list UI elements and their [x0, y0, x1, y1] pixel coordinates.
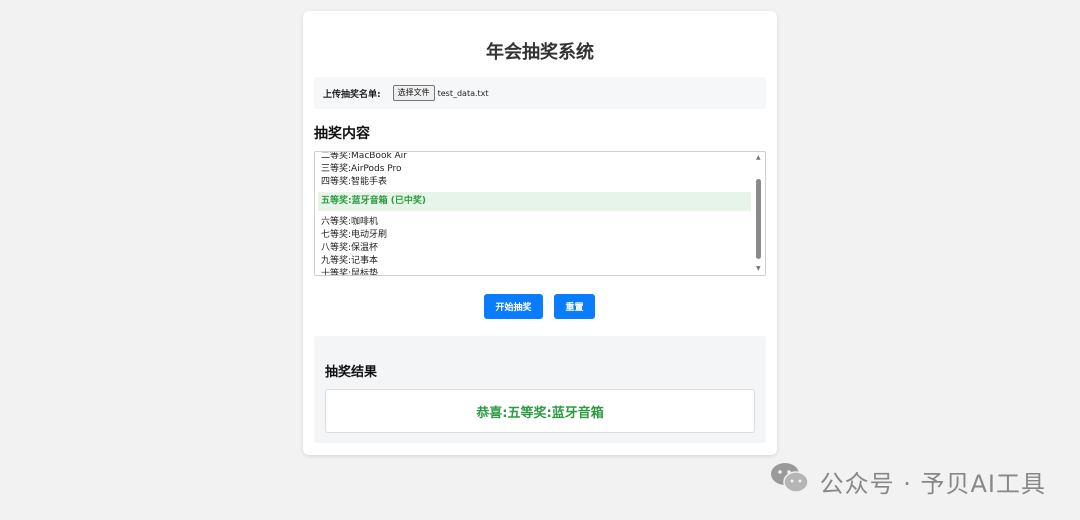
- prize-item: 九等奖:记事本: [321, 256, 379, 266]
- prize-item: 六等奖:咖啡机: [321, 217, 379, 227]
- result-title: 抽奖结果: [325, 365, 378, 380]
- page-title: 年会抽奖系统: [486, 42, 594, 63]
- selected-file-name: test_data.txt: [437, 88, 489, 98]
- prize-item: 八等奖:保温杯: [321, 243, 379, 253]
- prize-item: 三等奖:AirPods Pro: [321, 164, 402, 174]
- start-draw-button[interactable]: 开始抽奖: [484, 294, 543, 319]
- result-panel: 抽奖结果 恭喜:五等奖:蓝牙音箱: [314, 336, 766, 443]
- result-message: 恭喜:五等奖:蓝牙音箱: [325, 389, 755, 433]
- prize-item: 七等奖:电动牙刷: [321, 230, 388, 240]
- prize-items: 二等奖:MacBook Air 三等奖:AirPods Pro 四等奖:智能手表…: [318, 151, 751, 276]
- prize-item-won: 五等奖:蓝牙音箱 (已中奖): [318, 192, 751, 211]
- prize-list-scrollbar[interactable]: ▲ ▼: [753, 152, 765, 275]
- upload-section: 上传抽奖名单: 选择文件 test_data.txt: [314, 77, 766, 109]
- scrollbar-thumb[interactable]: [756, 179, 761, 259]
- choose-file-button[interactable]: 选择文件: [392, 85, 435, 101]
- prize-section-title: 抽奖内容: [314, 126, 370, 142]
- wechat-icon: [770, 461, 810, 501]
- upload-label: 上传抽奖名单:: [323, 89, 381, 100]
- prize-item: 四等奖:智能手表: [321, 177, 388, 187]
- scroll-up-icon[interactable]: ▲: [756, 154, 761, 162]
- prize-item: 二等奖:MacBook Air: [321, 151, 407, 161]
- prize-item: 十等奖:鼠标垫: [321, 269, 379, 276]
- prize-list[interactable]: 二等奖:MacBook Air 三等奖:AirPods Pro 四等奖:智能手表…: [314, 151, 766, 276]
- watermark-text: 公众号 · 予贝AI工具: [819, 469, 1046, 498]
- lottery-card: 年会抽奖系统 上传抽奖名单: 选择文件 test_data.txt 抽奖内容 二…: [303, 11, 777, 455]
- reset-button[interactable]: 重置: [554, 294, 595, 319]
- scroll-down-icon[interactable]: ▼: [756, 265, 761, 273]
- watermark: 公众号 · 予贝AI工具: [770, 461, 1046, 501]
